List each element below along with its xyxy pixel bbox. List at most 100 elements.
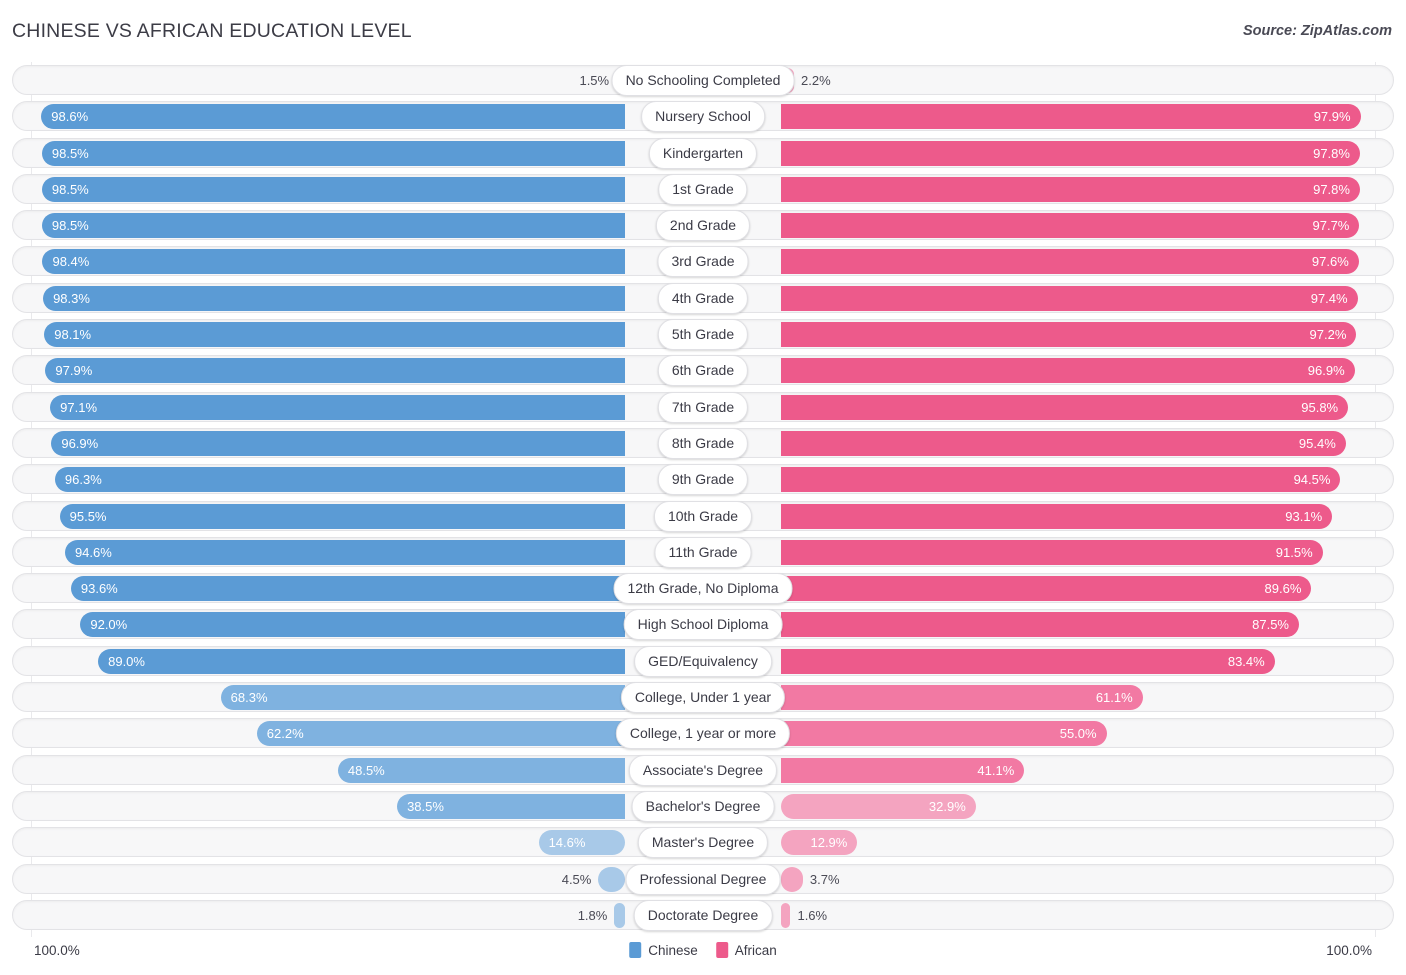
- bar-rows: 1.5% 2.2% No Schooling Completed 98.6% 97.9%…: [0, 62, 1406, 933]
- bar-african[interactable]: 1.6%: [781, 902, 827, 928]
- bar-chinese[interactable]: 98.5%: [41, 176, 625, 202]
- bar-chinese[interactable]: 94.6%: [64, 539, 625, 565]
- category-label[interactable]: 8th Grade: [657, 427, 749, 459]
- bar-value-african: 97.2%: [1309, 327, 1347, 343]
- bar-chinese[interactable]: 62.2%: [256, 721, 625, 747]
- bar-african[interactable]: 83.4%: [781, 648, 1275, 674]
- bar-african[interactable]: 41.1%: [781, 757, 1025, 783]
- bar-african[interactable]: 87.5%: [781, 612, 1299, 638]
- bar-chinese[interactable]: 98.1%: [44, 322, 625, 348]
- chart-row: 97.1% 95.8% 7th Grade: [0, 389, 1406, 425]
- bar-african[interactable]: 97.7%: [781, 213, 1360, 239]
- category-label[interactable]: College, Under 1 year: [620, 682, 786, 714]
- bar-value-chinese: 96.9%: [61, 435, 99, 451]
- bar-african[interactable]: 3.7%: [781, 866, 840, 892]
- bar-value-african: 55.0%: [1059, 726, 1097, 742]
- bar-chinese[interactable]: 97.1%: [50, 394, 625, 420]
- category-label[interactable]: High School Diploma: [623, 609, 783, 641]
- bar-value-african: 97.8%: [1313, 145, 1350, 161]
- bar-value-african: 87.5%: [1252, 617, 1289, 633]
- category-label[interactable]: 1st Grade: [658, 173, 748, 205]
- category-label[interactable]: 10th Grade: [653, 500, 753, 532]
- bar-value-african: 89.6%: [1264, 581, 1302, 597]
- bar-african[interactable]: 93.1%: [781, 503, 1333, 529]
- bar-african[interactable]: 97.8%: [781, 140, 1360, 166]
- bar-african[interactable]: 97.6%: [781, 249, 1359, 275]
- category-label[interactable]: 4th Grade: [657, 282, 749, 314]
- category-label[interactable]: Nursery School: [641, 101, 765, 133]
- bar-chinese[interactable]: 89.0%: [98, 648, 625, 674]
- category-label[interactable]: Doctorate Degree: [633, 899, 773, 931]
- category-label[interactable]: No Schooling Completed: [611, 65, 795, 96]
- category-label[interactable]: 2nd Grade: [655, 210, 751, 242]
- bar-value-chinese: 92.0%: [90, 617, 128, 633]
- bar-chinese[interactable]: 98.3%: [43, 285, 625, 311]
- bar-african[interactable]: 97.8%: [781, 176, 1360, 202]
- bar-value-african: 96.9%: [1307, 363, 1345, 379]
- category-label[interactable]: Master's Degree: [637, 827, 769, 859]
- category-label[interactable]: 11th Grade: [654, 536, 752, 568]
- category-label[interactable]: 12th Grade, No Diploma: [613, 573, 793, 605]
- legend-item-african[interactable]: African: [715, 942, 777, 958]
- page-title: CHINESE VS AFRICAN EDUCATION LEVEL: [12, 20, 412, 42]
- legend-swatch-african: [715, 942, 728, 958]
- bar-value-chinese: 68.3%: [230, 690, 268, 706]
- bar-value-african: 97.9%: [1313, 109, 1351, 125]
- bar-value-chinese: 97.1%: [60, 399, 98, 415]
- category-label[interactable]: 6th Grade: [657, 355, 749, 387]
- bar-chinese[interactable]: 98.5%: [41, 140, 625, 166]
- legend-item-chinese[interactable]: Chinese: [629, 942, 698, 958]
- category-label[interactable]: GED/Equivalency: [634, 645, 772, 677]
- bar-chinese[interactable]: 93.6%: [70, 576, 625, 602]
- chart-row: 98.1% 97.2% 5th Grade: [0, 316, 1406, 352]
- bar-african[interactable]: 97.2%: [781, 322, 1357, 348]
- chart-row: 92.0% 87.5% High School Diploma: [0, 606, 1406, 642]
- bar-value-chinese: 94.6%: [74, 544, 112, 560]
- category-label[interactable]: 7th Grade: [657, 391, 749, 423]
- bar-chinese[interactable]: 98.4%: [42, 249, 625, 275]
- bar-african[interactable]: 61.1%: [781, 685, 1143, 711]
- bar-african[interactable]: 97.4%: [781, 285, 1358, 311]
- bar-value-african: 95.4%: [1298, 435, 1336, 451]
- bar-chinese[interactable]: 92.0%: [80, 612, 625, 638]
- bar-value-chinese: 4.5%: [561, 871, 592, 887]
- bar-value-african: 3.7%: [809, 871, 840, 887]
- chart-row: 98.6% 97.9% Nursery School: [0, 98, 1406, 134]
- bar-african[interactable]: 89.6%: [781, 576, 1312, 602]
- bar-african[interactable]: 97.9%: [781, 104, 1361, 130]
- bar-african[interactable]: 96.9%: [781, 358, 1355, 384]
- bar-african[interactable]: 95.8%: [781, 394, 1349, 420]
- bar-value-chinese: 14.6%: [548, 835, 586, 851]
- bar-value-chinese: 62.2%: [266, 726, 304, 742]
- bar-african[interactable]: 12.9%: [781, 830, 858, 856]
- category-label[interactable]: Associate's Degree: [628, 754, 778, 786]
- bar-chinese[interactable]: 95.5%: [59, 503, 625, 529]
- bar-african[interactable]: 94.5%: [781, 467, 1341, 493]
- category-label[interactable]: Kindergarten: [648, 137, 758, 169]
- bar-chinese[interactable]: 97.9%: [45, 358, 625, 384]
- bar-african[interactable]: 91.5%: [781, 539, 1323, 565]
- chart-legend: Chinese African: [629, 942, 777, 958]
- bar-chinese[interactable]: 14.6%: [538, 830, 625, 856]
- category-label[interactable]: Bachelor's Degree: [631, 790, 775, 822]
- bar-chinese[interactable]: 98.6%: [41, 104, 625, 130]
- bar-chinese[interactable]: 98.5%: [41, 213, 625, 239]
- category-label[interactable]: 5th Grade: [657, 319, 749, 351]
- category-label[interactable]: 3rd Grade: [657, 246, 749, 278]
- bar-chinese[interactable]: 4.5%: [562, 866, 625, 892]
- chart-row: 68.3% 61.1% College, Under 1 year: [0, 679, 1406, 715]
- bar-value-african: 97.8%: [1313, 181, 1350, 197]
- bar-chinese[interactable]: 48.5%: [337, 757, 625, 783]
- bar-chinese[interactable]: 96.9%: [51, 430, 625, 456]
- category-label[interactable]: College, 1 year or more: [615, 718, 791, 750]
- bar-value-chinese: 97.9%: [55, 363, 93, 379]
- category-label[interactable]: 9th Grade: [657, 464, 749, 496]
- bar-african[interactable]: 32.9%: [781, 793, 976, 819]
- bar-chinese[interactable]: 96.3%: [54, 467, 625, 493]
- bar-african[interactable]: 95.4%: [781, 430, 1346, 456]
- bar-chinese[interactable]: 38.5%: [397, 793, 625, 819]
- category-label[interactable]: Professional Degree: [625, 863, 781, 895]
- bar-chinese[interactable]: 1.8%: [578, 902, 625, 928]
- bar-african[interactable]: 55.0%: [781, 721, 1107, 747]
- bar-chinese[interactable]: 68.3%: [220, 685, 625, 711]
